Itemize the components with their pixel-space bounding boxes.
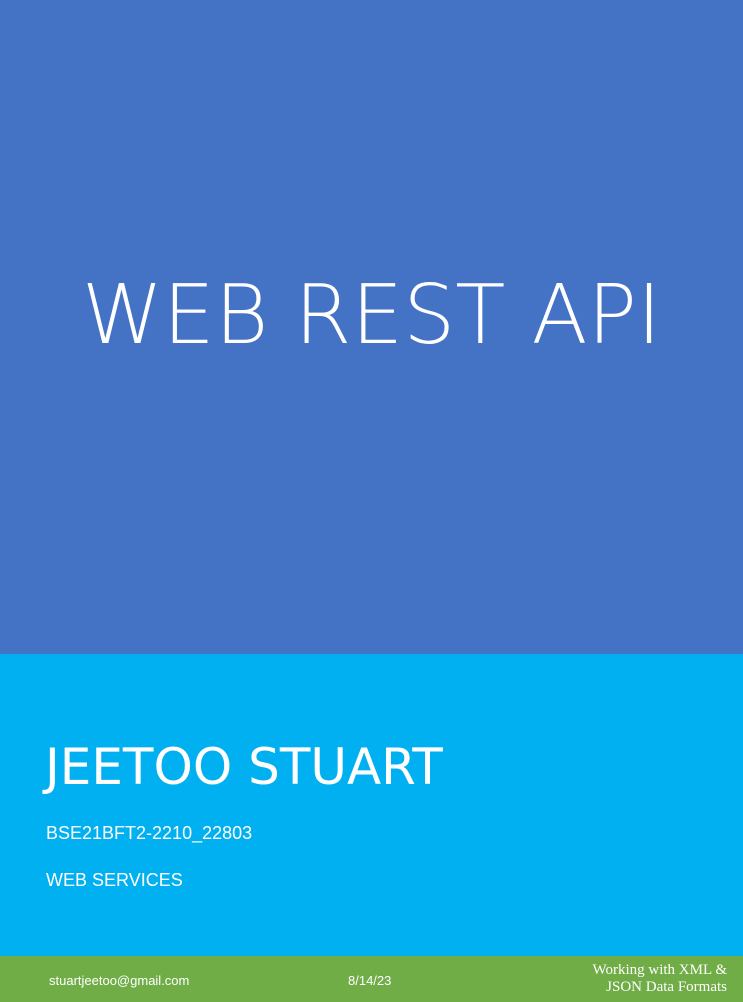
document-date: 8/14/23 (348, 973, 392, 988)
author-block: JEETOO STUART BSE21BFT2-2210_22803 WEB S… (0, 654, 743, 956)
course-name: WEB SERVICES (46, 870, 183, 890)
title-block: WEB REST API (0, 0, 743, 654)
document-title: WEB REST API (81, 268, 662, 363)
course-code: BSE21BFT2-2210_22803 (46, 823, 253, 843)
subject-line-1: Working with XML & (592, 962, 727, 978)
author-email: stuartjeetoo@gmail.com (49, 973, 190, 988)
page-footer: stuartjeetoo@gmail.com 8/14/23 Working w… (0, 956, 743, 1002)
subject-line-2: JSON Data Formats (606, 979, 727, 995)
cover-page: WEB REST API JEETOO STUART BSE21BFT2-221… (0, 0, 743, 1002)
author-name: JEETOO STUART (45, 738, 443, 796)
document-subject: Working with XML & JSON Data Formats (527, 962, 727, 996)
